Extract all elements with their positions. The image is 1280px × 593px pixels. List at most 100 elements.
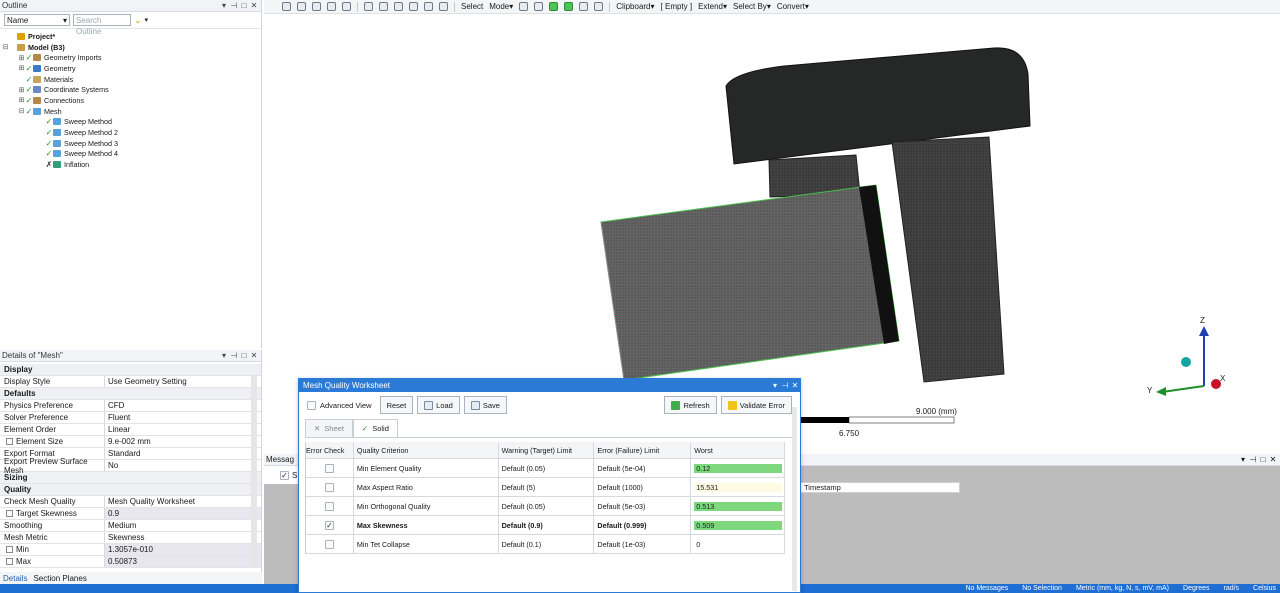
select-element-face-icon[interactable] <box>579 2 589 11</box>
tree-item[interactable]: ⊟ ✓ Mesh <box>0 106 261 117</box>
details-section[interactable]: Quality <box>0 484 261 496</box>
details-pin-icon[interactable]: ⊣ <box>229 351 239 360</box>
details-dropdown-icon[interactable]: ▾ <box>219 351 229 360</box>
details-row[interactable]: Display Style Use Geometry Setting <box>0 376 261 388</box>
tree-item[interactable]: ⊞ ✓ Coordinate Systems <box>0 84 261 95</box>
timestamp-column-header[interactable]: Timestamp <box>800 482 960 493</box>
save-button[interactable]: Save <box>463 396 507 414</box>
details-value[interactable]: 0.50873 <box>105 556 261 567</box>
tree-item[interactable]: ✓ Sweep Method 3 <box>0 138 261 149</box>
criterion-cell[interactable]: Min Orthogonal Quality <box>354 497 499 515</box>
details-value[interactable]: 1.3057e-010 <box>105 544 261 555</box>
zoom-fit-selected-icon[interactable] <box>439 2 448 11</box>
tree-item[interactable]: ⊞ ✓ Geometry Imports <box>0 52 261 63</box>
details-close-icon[interactable]: ✕ <box>249 351 259 360</box>
quality-row[interactable]: Max Aspect Ratio Default (5) Default (1000… <box>306 478 786 497</box>
details-value[interactable]: Skewness <box>105 532 261 543</box>
expand-icon[interactable]: ⊞ <box>18 54 25 62</box>
column-header[interactable]: Worst <box>691 442 786 458</box>
outline-maximize-icon[interactable]: □ <box>239 1 249 10</box>
error-cell[interactable]: Default (1000) <box>594 478 692 496</box>
extend-button[interactable]: Extend▾ <box>698 2 727 11</box>
select-vertex-icon[interactable] <box>519 2 529 11</box>
details-value[interactable]: Linear <box>105 424 261 435</box>
rotate-icon[interactable] <box>364 2 373 11</box>
details-row[interactable]: Element Order Linear <box>0 424 261 436</box>
messages-maximize-icon[interactable]: □ <box>1258 455 1268 464</box>
details-row[interactable]: Solver Preference Fluent <box>0 412 261 424</box>
error-check-checkbox[interactable] <box>324 539 334 549</box>
details-row[interactable]: Element Size 9.e-002 mm <box>0 436 261 448</box>
error-cell[interactable]: Default (5e-04) <box>594 459 692 477</box>
expand-icon[interactable]: ⊞ <box>18 86 25 94</box>
error-cell[interactable]: Default (5e-03) <box>594 497 692 515</box>
details-section[interactable]: Defaults <box>0 388 261 400</box>
pan-icon[interactable] <box>379 2 388 11</box>
criterion-cell[interactable]: Max Skewness <box>354 516 499 534</box>
column-header[interactable]: Warning (Target) Limit <box>499 442 595 458</box>
refresh-button[interactable]: Refresh <box>664 396 717 414</box>
details-value[interactable]: 0.9 <box>105 508 261 519</box>
error-cell[interactable]: Default (0.999) <box>594 516 692 534</box>
details-row[interactable]: Smoothing Medium <box>0 520 261 532</box>
status-messages[interactable]: No Messages <box>965 585 1008 592</box>
expand-icon[interactable]: ⊞ <box>18 64 25 72</box>
validate-error-button[interactable]: Validate Error <box>720 396 792 414</box>
load-button[interactable]: Load <box>417 396 460 414</box>
details-value[interactable]: CFD <box>105 400 261 411</box>
error-check-checkbox[interactable] <box>324 482 334 492</box>
tree-item[interactable]: ⊟ Model (B3) <box>0 42 261 53</box>
zoom-in-icon[interactable] <box>282 2 291 11</box>
tree-item[interactable]: ✓ Sweep Method 4 <box>0 149 261 160</box>
wireframe-icon[interactable] <box>342 2 351 11</box>
tree-item[interactable]: ✗ Inflation <box>0 159 261 170</box>
select-by-button[interactable]: Select By▾ <box>733 2 771 11</box>
name-filter-select[interactable]: Name ▾ <box>4 14 70 26</box>
zoom-fit-icon[interactable] <box>424 2 433 11</box>
messages-dropdown-icon[interactable]: ▾ <box>1238 455 1248 464</box>
tree-item[interactable]: ⊞ ✓ Connections <box>0 95 261 106</box>
messages-filter[interactable]: ✓ S <box>264 466 300 484</box>
parameter-checkbox[interactable] <box>6 510 13 517</box>
tab-section-planes[interactable]: Section Planes <box>30 574 89 583</box>
details-section[interactable]: Sizing <box>0 472 261 484</box>
shaded-icon[interactable] <box>327 2 336 11</box>
warning-cell[interactable]: Default (0.05) <box>499 497 595 515</box>
tree-item[interactable]: ✓ Sweep Method 2 <box>0 127 261 138</box>
expand-icon[interactable]: ⊞ <box>18 96 25 104</box>
quality-row[interactable]: Min Orthogonal Quality Default (0.05) Defa… <box>306 497 786 516</box>
details-row[interactable]: Mesh Metric Skewness <box>0 532 261 544</box>
status-angle-units[interactable]: Degrees <box>1183 585 1209 592</box>
warning-cell[interactable]: Default (0.1) <box>499 535 595 553</box>
outline-dropdown-icon[interactable]: ▾ <box>219 1 229 10</box>
details-section[interactable]: Display <box>0 364 261 376</box>
criterion-cell[interactable]: Max Aspect Ratio <box>354 478 499 496</box>
expand-icon[interactable]: ⊟ <box>2 43 9 51</box>
column-header[interactable]: Quality Criterion <box>354 442 499 458</box>
quality-row[interactable]: ✓ Max Skewness Default (0.9) Default (0.999… <box>306 516 786 535</box>
error-cell[interactable]: Default (1e-03) <box>594 535 692 553</box>
worksheet-titlebar[interactable]: Mesh Quality Worksheet ▾ ⊣ ✕ <box>299 379 800 392</box>
reset-button[interactable]: Reset <box>379 396 414 414</box>
convert-button[interactable]: Convert▾ <box>777 2 809 11</box>
select-button[interactable]: Select <box>461 2 483 11</box>
search-outline-input[interactable]: Search Outline <box>73 14 131 36</box>
parameter-checkbox[interactable] <box>6 546 13 553</box>
status-temp-units[interactable]: Celsius <box>1253 585 1276 592</box>
tab-details[interactable]: Details <box>0 574 30 583</box>
details-value[interactable]: 9.e-002 mm <box>105 436 261 447</box>
details-value[interactable]: Medium <box>105 520 261 531</box>
messages-pin-icon[interactable]: ⊣ <box>1248 455 1258 464</box>
criterion-cell[interactable]: Min Tet Collapse <box>354 535 499 553</box>
warning-cell[interactable]: Default (0.05) <box>499 459 595 477</box>
details-row[interactable]: Target Skewness 0.9 <box>0 508 261 520</box>
column-header[interactable]: Error (Failure) Limit <box>594 442 692 458</box>
details-row[interactable]: Min 1.3057e-010 <box>0 544 261 556</box>
expand-icon[interactable]: ⊟ <box>18 107 25 115</box>
details-row[interactable]: Export Preview Surface Mesh No <box>0 457 261 475</box>
status-units[interactable]: Metric (mm, kg, N, s, mV, mA) <box>1076 585 1169 592</box>
status-rotation-units[interactable]: rad/s <box>1223 585 1239 592</box>
details-value[interactable]: Mesh Quality Worksheet <box>105 496 261 507</box>
warning-cell[interactable]: Default (0.9) <box>499 516 595 534</box>
tab-sheet[interactable]: ✕ Sheet <box>305 419 353 437</box>
